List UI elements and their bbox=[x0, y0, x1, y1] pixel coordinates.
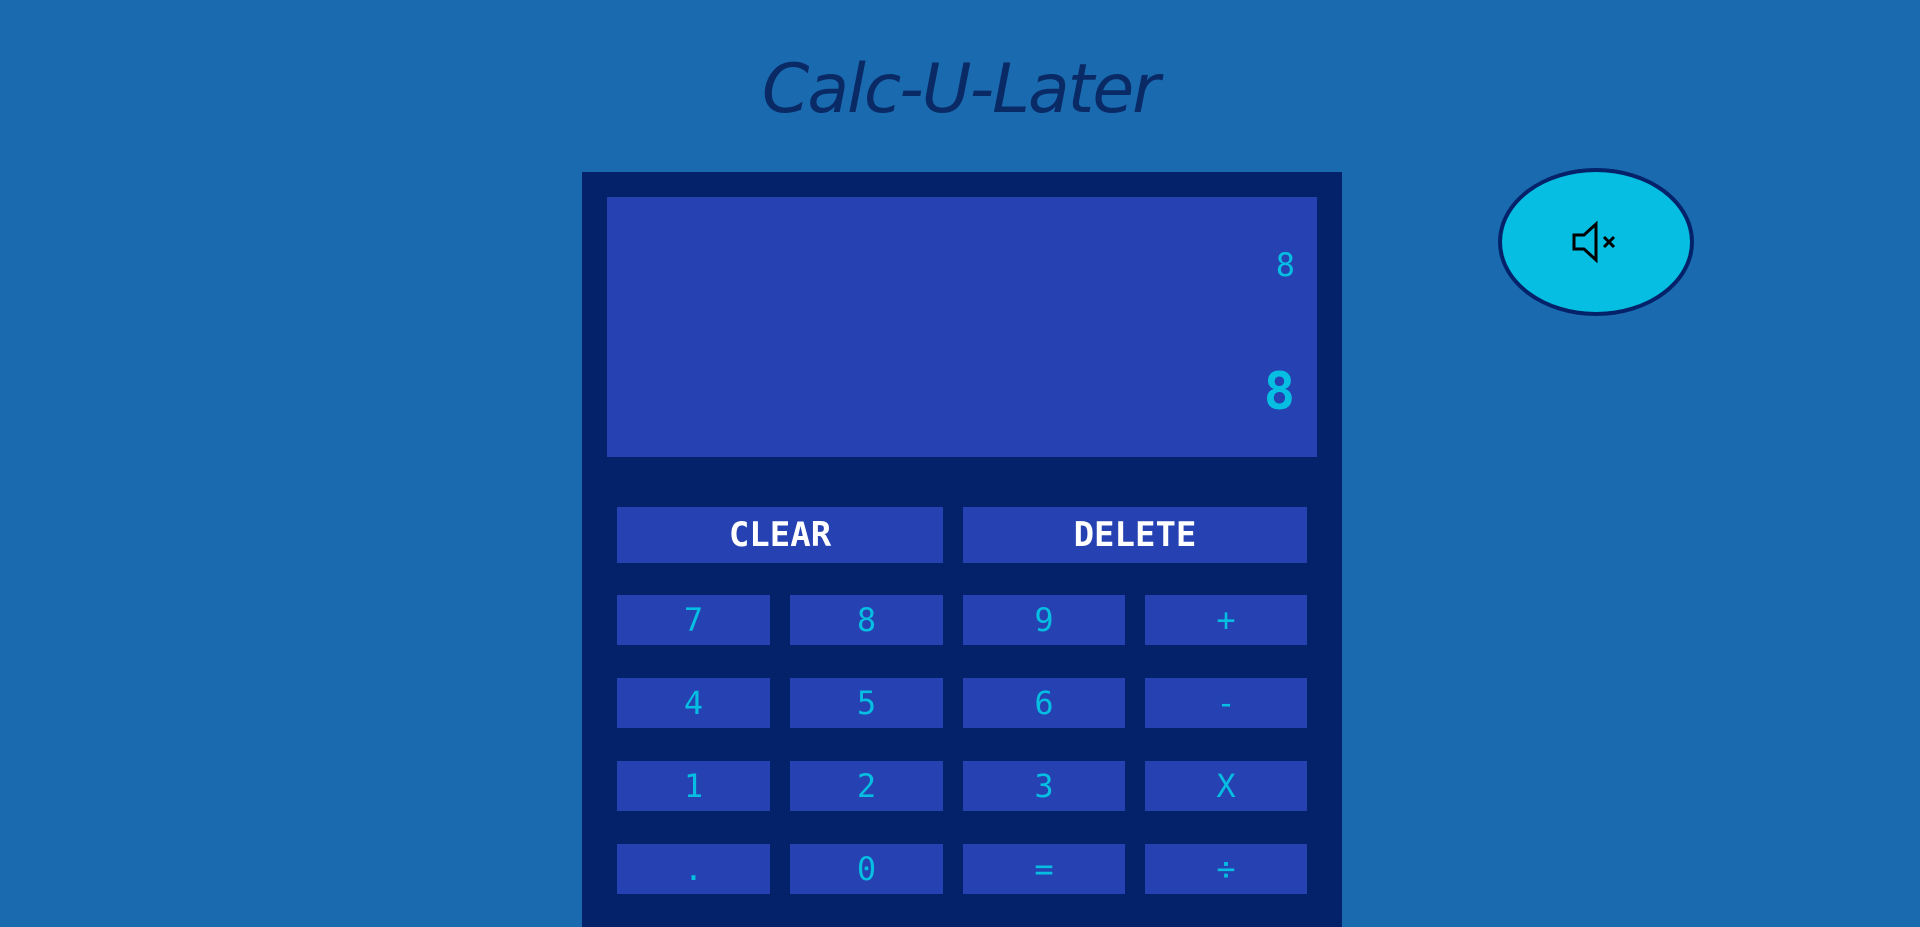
key-5[interactable]: 5 bbox=[790, 678, 943, 728]
previous-operand: 8 bbox=[1275, 246, 1295, 284]
calculator: 8 8 CLEAR DELETE 7 8 9 + 4 5 6 - 1 2 3 X… bbox=[582, 172, 1342, 927]
key-add[interactable]: + bbox=[1145, 595, 1307, 645]
mute-button[interactable] bbox=[1498, 168, 1694, 316]
key-subtract[interactable]: - bbox=[1145, 678, 1307, 728]
key-3[interactable]: 3 bbox=[963, 761, 1125, 811]
app-title: Calc-U-Later bbox=[761, 50, 1160, 129]
clear-button[interactable]: CLEAR bbox=[617, 507, 943, 563]
key-0[interactable]: 0 bbox=[790, 844, 943, 894]
key-6[interactable]: 6 bbox=[963, 678, 1125, 728]
key-1[interactable]: 1 bbox=[617, 761, 770, 811]
key-divide[interactable]: ÷ bbox=[1145, 844, 1307, 894]
key-7[interactable]: 7 bbox=[617, 595, 770, 645]
key-4[interactable]: 4 bbox=[617, 678, 770, 728]
key-8[interactable]: 8 bbox=[790, 595, 943, 645]
key-2[interactable]: 2 bbox=[790, 761, 943, 811]
key-decimal[interactable]: . bbox=[617, 844, 770, 894]
key-multiply[interactable]: X bbox=[1145, 761, 1307, 811]
calculator-display: 8 8 bbox=[607, 197, 1317, 457]
key-9[interactable]: 9 bbox=[963, 595, 1125, 645]
current-operand: 8 bbox=[1263, 362, 1295, 422]
delete-button[interactable]: DELETE bbox=[963, 507, 1307, 563]
key-equals[interactable]: = bbox=[963, 844, 1125, 894]
speaker-muted-icon bbox=[1572, 220, 1616, 264]
